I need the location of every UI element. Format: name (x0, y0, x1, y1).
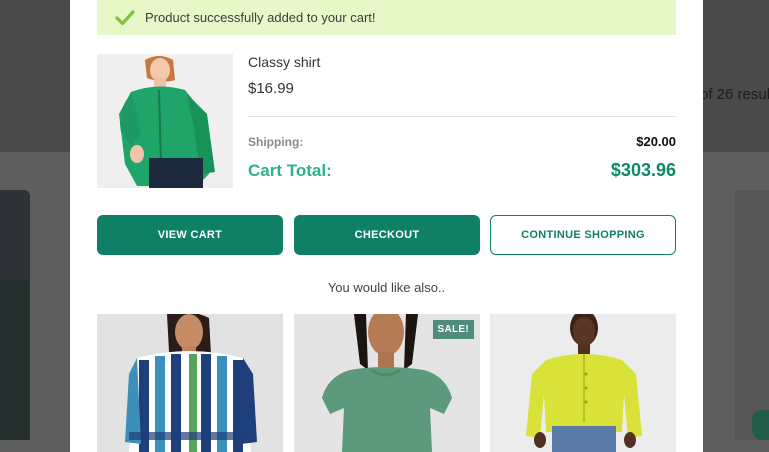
success-notice: Product successfully added to your cart! (97, 0, 676, 35)
product-image (490, 314, 676, 452)
sale-badge: SALE! (432, 320, 474, 339)
check-icon (115, 9, 135, 25)
shipping-label: Shipping: (248, 135, 304, 149)
notice-message: Product successfully added to your cart! (145, 10, 376, 25)
product-image (97, 314, 283, 452)
shipping-value: $20.00 (636, 134, 676, 149)
cart-total-value: $303.96 (610, 160, 676, 180)
recommended-product-card[interactable] (97, 314, 283, 452)
checkout-button[interactable]: CHECKOUT (294, 215, 480, 255)
product-image[interactable] (97, 54, 233, 188)
recommended-product-card[interactable] (490, 314, 676, 452)
continue-shopping-button[interactable]: CONTINUE SHOPPING (490, 215, 676, 255)
product-price: $16.99 (248, 80, 294, 97)
recommended-product-card[interactable]: SALE! (294, 314, 480, 452)
divider (248, 116, 676, 117)
background-product-card (735, 190, 769, 440)
product-name[interactable]: Classy shirt (248, 54, 320, 70)
recommendations-heading: You would like also.. (327, 280, 446, 295)
added-to-cart-modal: Product successfully added to your cart! (70, 0, 703, 452)
view-cart-button[interactable]: VIEW CART (97, 215, 283, 255)
cart-total-label: Cart Total: (248, 161, 332, 180)
background-icon (752, 410, 769, 440)
background-product-card (0, 190, 30, 440)
results-count: of 26 results (700, 86, 769, 103)
